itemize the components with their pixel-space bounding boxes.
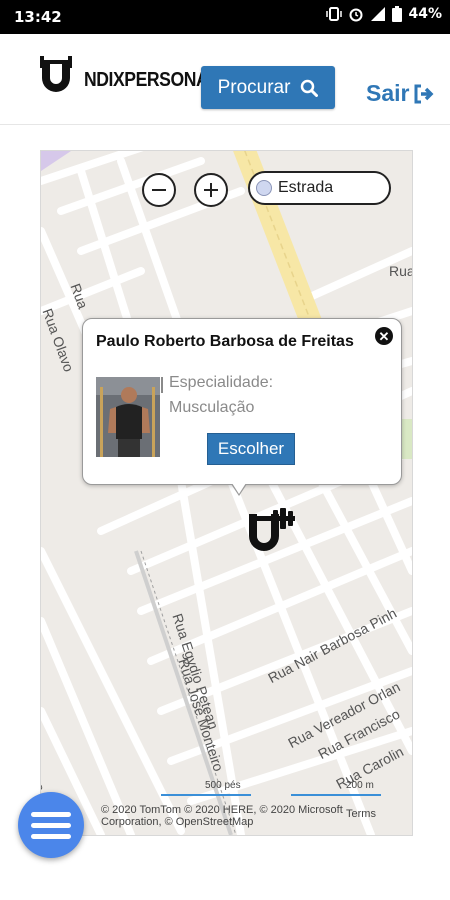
search-button[interactable]: Procurar	[201, 66, 335, 109]
terms-link[interactable]: Terms	[346, 808, 376, 820]
logout-button[interactable]: Sair	[366, 80, 435, 107]
map-view[interactable]: Estrada Rua Rua Rua Olavo Rua Egydio Pet…	[40, 150, 413, 836]
map-style-label: Estrada	[278, 179, 334, 196]
battery-percent: 44%	[408, 6, 442, 22]
vibrate-icon	[326, 7, 343, 21]
logo-text: NDIXPERSONAL	[84, 69, 219, 91]
trainer-info-popup: Paulo Roberto Barbosa de Freitas ✕ Espec…	[82, 318, 402, 496]
trainer-photo	[96, 377, 160, 457]
trainer-name: Paulo Roberto Barbosa de Freitas	[96, 333, 354, 350]
scale-feet-label: 500 pés	[205, 780, 241, 791]
popup-tail-inner	[232, 483, 246, 494]
specialty-label: Especialidade:	[169, 374, 274, 391]
trainer-location-marker[interactable]	[245, 508, 297, 565]
sign-out-icon	[414, 84, 434, 103]
battery-icon	[392, 6, 403, 22]
scale-bar-meters	[291, 794, 381, 796]
hamburger-icon-line	[31, 833, 71, 839]
close-icon[interactable]: ✕	[375, 327, 393, 345]
zoom-in-button[interactable]	[194, 173, 228, 207]
map-style-selector[interactable]: Estrada	[248, 171, 391, 205]
choose-trainer-button[interactable]: Escolher	[207, 433, 295, 465]
hamburger-icon-line	[31, 822, 71, 828]
specialty-divider	[161, 377, 163, 393]
status-icons: 44%	[326, 6, 442, 22]
scale-meters-label: 200 m	[346, 780, 374, 791]
scale-bar-feet	[161, 794, 251, 796]
logout-label: Sair	[366, 80, 410, 106]
street-label: Rua	[389, 263, 413, 279]
hamburger-icon-line	[31, 811, 71, 817]
clock: 13:42	[14, 8, 62, 26]
status-bar: 13:42 44%	[0, 0, 450, 34]
dumbbell-u-pin-icon	[249, 508, 295, 551]
signal-icon	[371, 7, 386, 21]
minus-icon	[152, 189, 166, 191]
app-header: NDIXPERSONAL Procurar Sair	[0, 34, 450, 125]
search-button-label: Procurar	[217, 76, 291, 98]
search-icon	[301, 79, 319, 97]
dumbbell-u-logo-icon	[40, 56, 72, 92]
alarm-icon	[349, 8, 363, 22]
specialty-value: Musculação	[169, 399, 255, 416]
plus-icon	[204, 183, 218, 197]
globe-icon	[256, 180, 272, 196]
menu-button[interactable]	[18, 792, 84, 858]
zoom-out-button[interactable]	[142, 173, 176, 207]
